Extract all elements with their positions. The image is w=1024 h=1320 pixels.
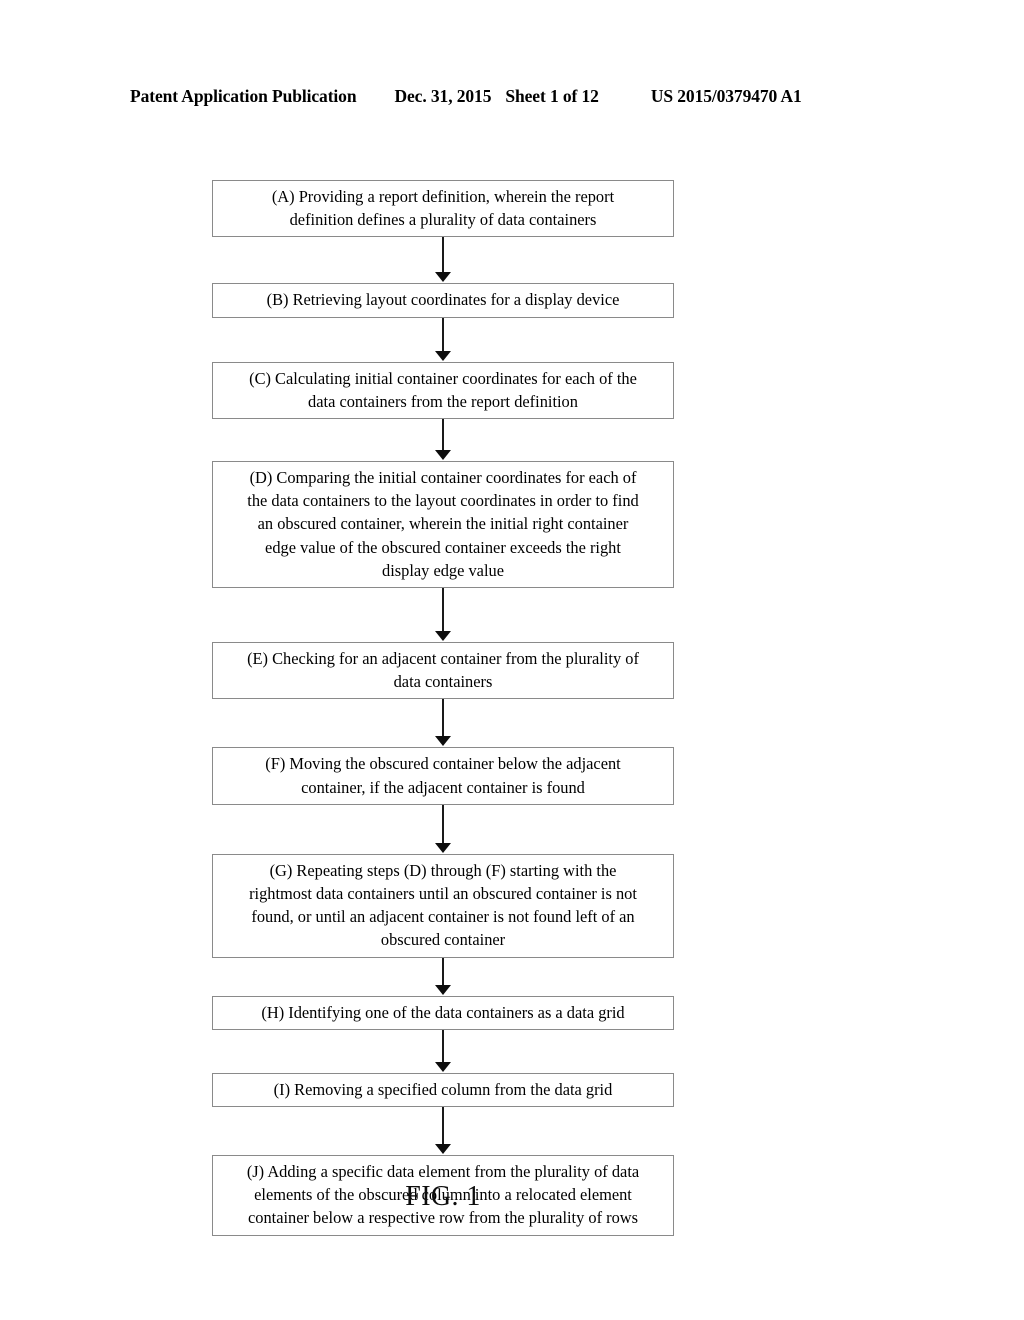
figure-caption: FIG. 1 [405,1181,481,1212]
flowchart-node-d-line-1: (D) Comparing the initial container coor… [249,468,637,488]
flowchart-connector-g-to-h [212,957,674,996]
flowchart-connector-i-to-j [212,1107,674,1155]
arrow-down-icon [435,350,451,361]
flowchart-connector-c-to-d [212,419,674,461]
flowchart-node-d-line-2: the data containers to the layout coordi… [247,491,639,511]
flowchart-node-e-line-1: (E) Checking for an adjacent container f… [247,649,639,669]
flowchart-connector-b-to-c [212,317,674,362]
flowchart-node-g-line-1: (G) Repeating steps (D) through (F) star… [269,860,617,880]
arrow-down-icon [435,1144,451,1155]
flowchart-node-h: (H) Identifying one of the data containe… [212,995,674,1030]
arrow-stem-icon [442,957,444,986]
arrow-stem-icon [442,237,444,274]
flowchart-diagram: (A) Providing a report definition, where… [212,180,674,1236]
flowchart-connector-e-to-f [212,699,674,747]
flowchart-node-a-line-2: definition defines a plurality of data c… [289,210,597,230]
arrow-stem-icon [442,419,444,452]
flowchart-node-g-line-4: obscured container [380,930,506,950]
flowchart-connector-d-to-e [212,588,674,642]
header-publication-label: Patent Application Publication [130,86,357,106]
flowchart-node-f-line-1: (F) Moving the obscured container below … [265,754,621,774]
flowchart-node-a-line-1: (A) Providing a report definition, where… [271,187,615,206]
arrow-down-icon [435,736,451,747]
flowchart-node-a: (A) Providing a report definition, where… [212,180,674,238]
flowchart-node-j-line-1: (J) Adding a specific data element from … [246,1162,640,1182]
flowchart-node-e: (E) Checking for an adjacent container f… [212,642,674,700]
flowchart-connector-f-to-g [212,804,674,854]
flowchart-node-c-line-1: (C) Calculating initial container coordi… [249,368,637,388]
arrow-stem-icon [442,1107,444,1146]
arrow-down-icon [435,631,451,642]
arrow-stem-icon [442,588,444,633]
flowchart-connector-h-to-i [212,1029,674,1073]
arrow-down-icon [435,842,451,853]
flowchart-node-i: (I) Removing a specified column from the… [212,1072,674,1108]
flowchart-node-b-line-1: (B) Retrieving layout coordinates for a … [266,290,620,310]
arrow-down-icon [435,450,451,461]
arrow-down-icon [435,272,451,283]
flowchart-node-i-line-1: (I) Removing a specified column from the… [273,1079,613,1099]
flowchart-node-c: (C) Calculating initial container coordi… [212,361,674,420]
flowchart-node-f: (F) Moving the obscured container below … [212,747,674,805]
flowchart-node-d-line-3: an obscured container, wherein the initi… [257,514,629,534]
flowchart-node-g: (G) Repeating steps (D) through (F) star… [212,853,674,958]
flowchart-node-g-line-2: rightmost data containers until an obscu… [249,884,637,904]
arrow-stem-icon [442,317,444,352]
flowchart-node-e-line-2: data containers [393,672,493,692]
flowchart-node-g-line-3: found, or until an adjacent container is… [251,907,635,927]
flowchart-node-d-line-5: display edge value [382,560,504,580]
arrow-down-icon [435,984,451,995]
flowchart-node-d: (D) Comparing the initial container coor… [212,461,674,589]
flowchart-node-c-line-2: data containers from the report definiti… [308,391,578,411]
arrow-stem-icon [442,1029,444,1063]
flowchart-node-b: (B) Retrieving layout coordinates for a … [212,283,674,318]
arrow-stem-icon [442,804,444,844]
flowchart-node-d-line-4: edge value of the obscured container exc… [265,537,621,557]
page-header: Patent Application Publication Dec. 31, … [130,86,894,110]
header-sheet-number: Sheet 1 of 12 [505,86,599,106]
flowchart-node-f-line-2: container, if the adjacent container is … [301,777,585,797]
header-publication-number: US 2015/0379470 A1 [650,86,802,106]
flowchart-connector-a-to-b [212,237,674,283]
arrow-stem-icon [442,699,444,738]
arrow-down-icon [435,1061,451,1072]
header-publication-date: Dec. 31, 2015 [394,86,492,106]
flowchart-node-h-line-1: (H) Identifying one of the data containe… [261,1002,625,1022]
